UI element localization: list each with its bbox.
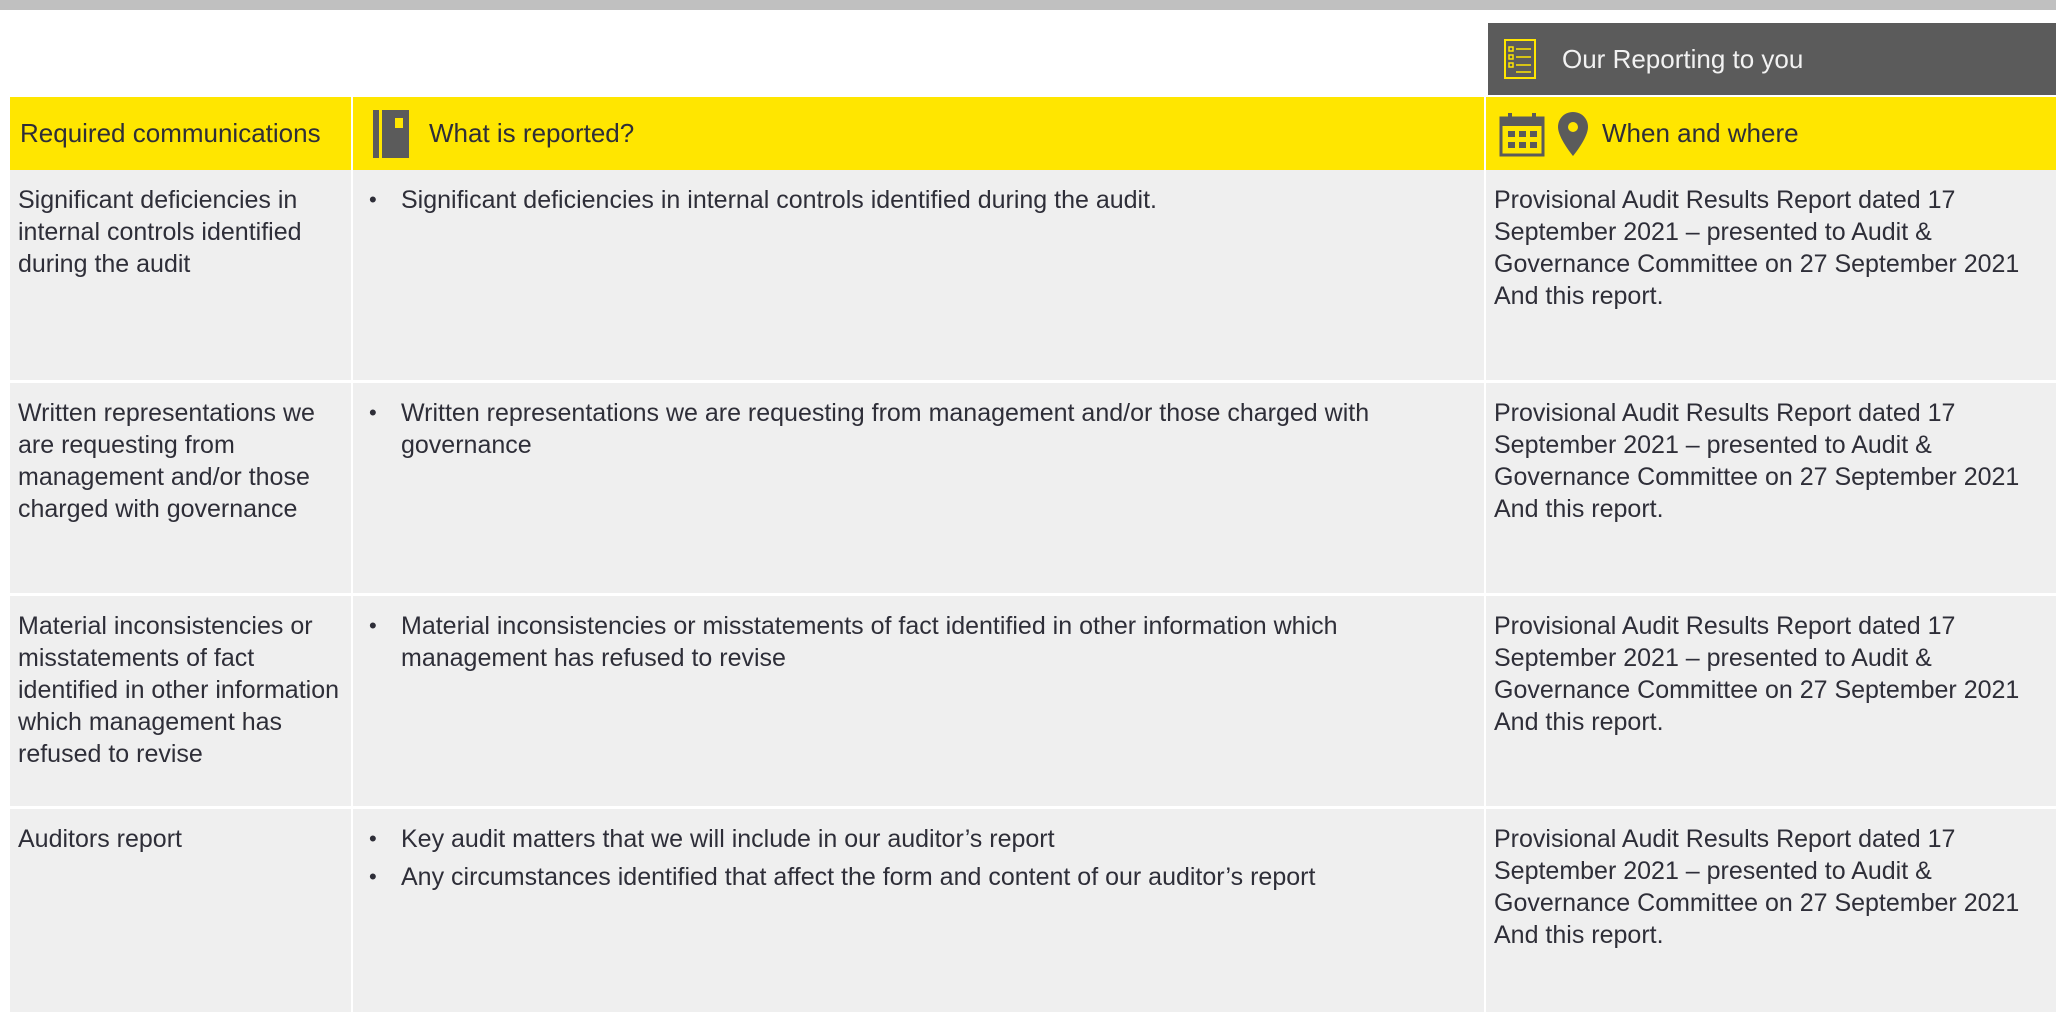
reported-cell: Significant deficiencies in internal con… <box>353 170 1486 380</box>
when-where-note: And this report. <box>1494 282 1664 310</box>
reported-cell: Key audit matters that we will include i… <box>353 809 1486 1012</box>
reporting-banner: Our Reporting to you <box>1488 23 2056 95</box>
header-when-where: When and where <box>1486 97 2056 170</box>
communication-cell: Material inconsistencies or misstatement… <box>10 596 353 806</box>
communication-cell: Written representations we are requestin… <box>10 383 353 593</box>
reported-item: Written representations we are requestin… <box>363 397 1474 461</box>
top-divider <box>0 0 2056 10</box>
header-what-reported: What is reported? <box>353 97 1486 170</box>
when-where-text: Provisional Audit Results Report dated 1… <box>1494 186 2020 278</box>
checklist-icon <box>1504 39 1536 79</box>
when-where-text: Provisional Audit Results Report dated 1… <box>1494 825 2020 917</box>
reported-item: Significant deficiencies in internal con… <box>363 184 1474 216</box>
reported-item: Any circumstances identified that affect… <box>363 861 1474 893</box>
when-where-text: Provisional Audit Results Report dated 1… <box>1494 612 2020 704</box>
when-where-note: And this report. <box>1494 708 1664 736</box>
location-pin-icon <box>1558 111 1588 156</box>
header-required-communications: Required communications <box>10 97 353 170</box>
table-row: Written representations we are requestin… <box>10 383 2056 593</box>
header-label: What is reported? <box>429 118 635 148</box>
table-row: Material inconsistencies or misstatement… <box>10 596 2056 806</box>
calendar-icon <box>1499 112 1545 156</box>
reported-cell: Written representations we are requestin… <box>353 383 1486 593</box>
when-where-note: And this report. <box>1494 921 1664 949</box>
table-header: Required communications What is reported… <box>10 97 2056 170</box>
when-where-cell: Provisional Audit Results Report dated 1… <box>1486 383 2056 593</box>
reported-item: Material inconsistencies or misstatement… <box>363 610 1474 674</box>
notebook-icon <box>373 109 409 158</box>
when-where-text: Provisional Audit Results Report dated 1… <box>1494 399 2020 491</box>
header-label: When and where <box>1602 118 1799 148</box>
when-where-note: And this report. <box>1494 495 1664 523</box>
when-where-cell: Provisional Audit Results Report dated 1… <box>1486 809 2056 1012</box>
communication-cell: Auditors report <box>10 809 353 1012</box>
reporting-title: Our Reporting to you <box>1562 43 1804 74</box>
when-where-cell: Provisional Audit Results Report dated 1… <box>1486 170 2056 380</box>
communication-cell: Significant deficiencies in internal con… <box>10 170 353 380</box>
reported-cell: Material inconsistencies or misstatement… <box>353 596 1486 806</box>
header-label: Required communications <box>20 118 321 148</box>
reported-item: Key audit matters that we will include i… <box>363 823 1474 855</box>
when-where-cell: Provisional Audit Results Report dated 1… <box>1486 596 2056 806</box>
table-row: Auditors report Key audit matters that w… <box>10 809 2056 1012</box>
table-row: Significant deficiencies in internal con… <box>10 170 2056 380</box>
